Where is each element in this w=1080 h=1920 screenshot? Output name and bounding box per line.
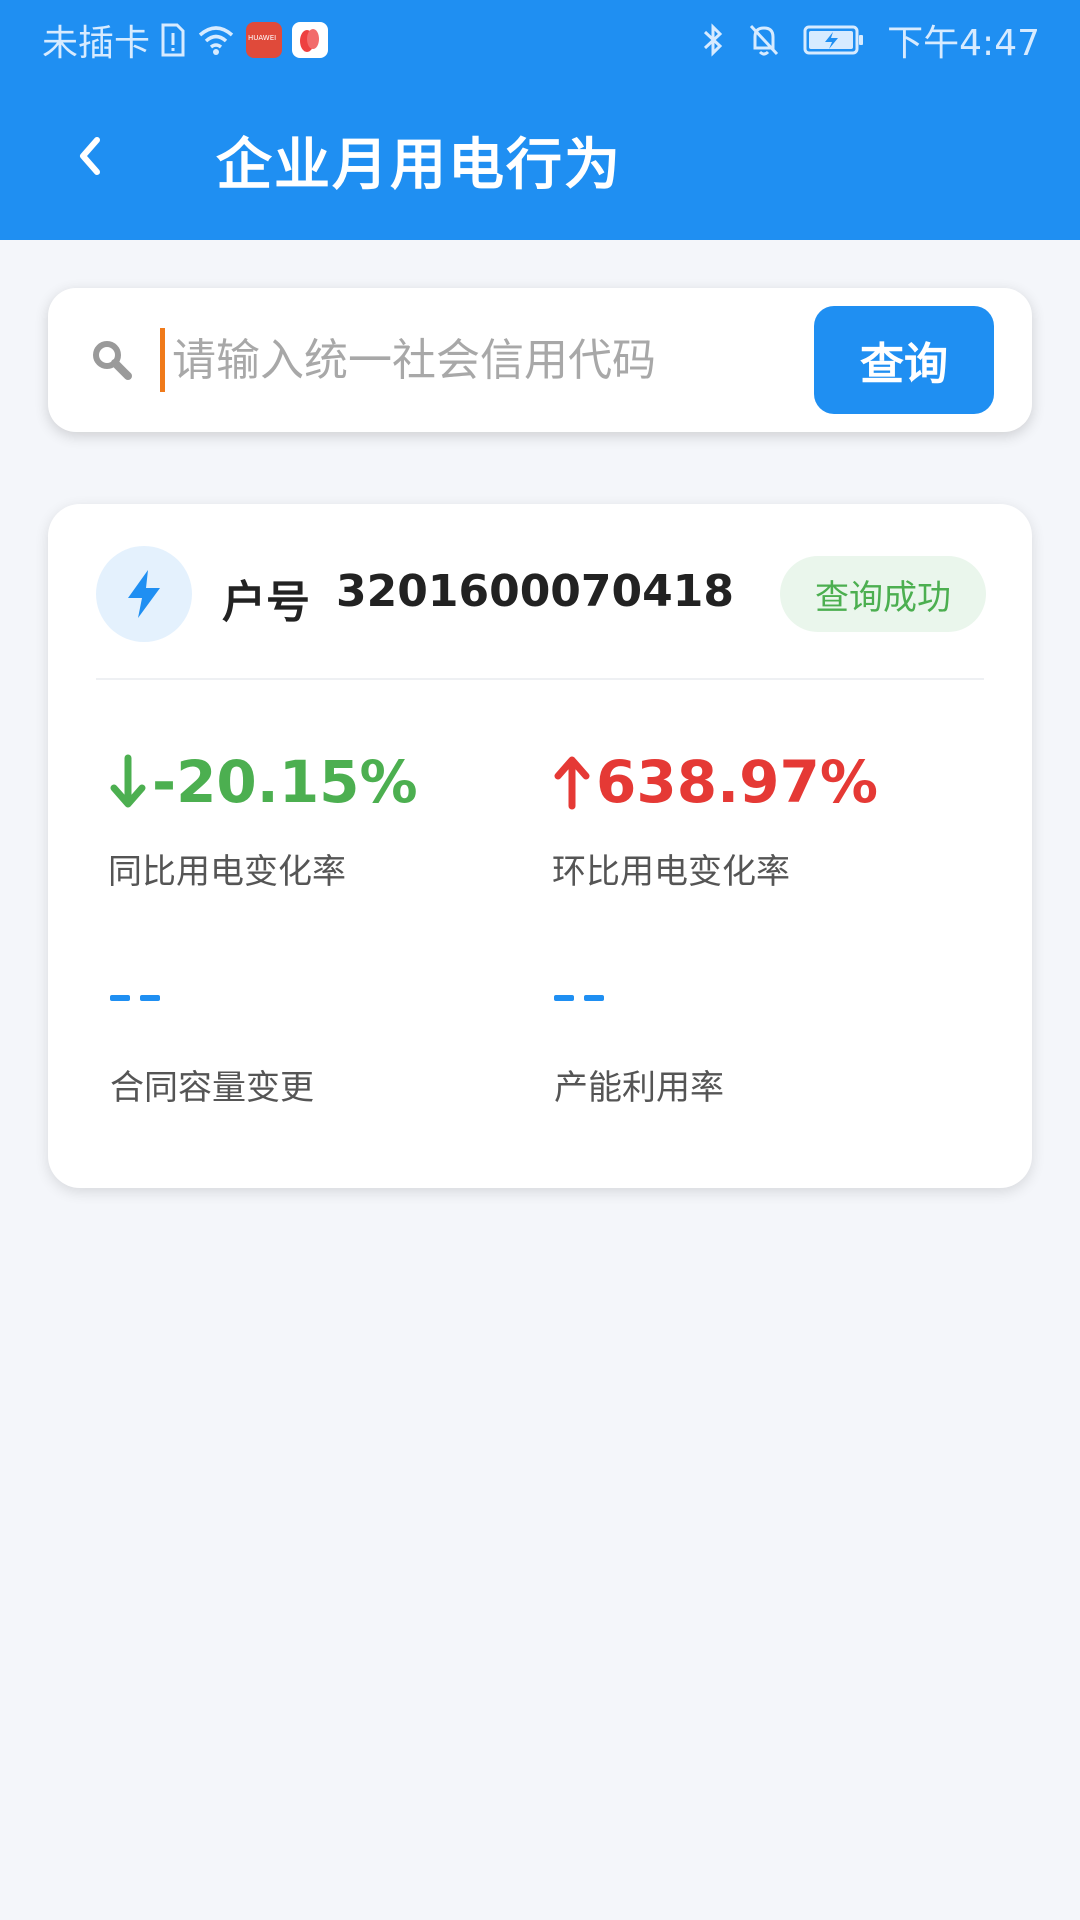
page-title: 企业月用电行为 [216,133,622,198]
battery-charging-icon [803,23,865,57]
lightning-bolt-icon [128,570,160,618]
account-number: 3201600070418 [336,566,734,617]
app-header-background: 未插卡 HUAWEI 下午4:47 企业月用电行为 [0,0,1080,240]
metric-mom-label: 环比用电变化率 [552,852,790,892]
wifi-icon [196,23,236,57]
status-bar: 未插卡 HUAWEI 下午4:47 [0,0,1080,76]
metric-contract-capacity: -- 合同容量变更 [110,958,314,1109]
metric-mom: 638.97% 环比用电变化率 [552,742,878,893]
huawei-app-badge-text: HUAWEI [248,34,277,42]
metric-yoy-value-row: -20.15% [108,742,418,822]
arrow-up-icon [552,754,592,810]
search-bar: 查询 [48,288,1032,432]
huawei-app-icon: HUAWEI [246,22,283,58]
sim-alert-icon [160,23,186,57]
bell-off-icon [747,22,781,58]
placeholder-dash [140,995,160,1001]
account-label: 户号 [222,577,310,628]
placeholder-dash [110,995,130,1001]
back-button[interactable] [60,126,120,186]
account-avatar [96,546,192,642]
status-bar-left: 未插卡 HUAWEI [42,14,329,66]
metric-mom-value-row: 638.97% [552,742,878,822]
clock-text: 下午4:47 [887,23,1040,64]
metric-contract-capacity-value: -- [110,958,314,1038]
metric-capacity-utilization-label: 产能利用率 [554,1068,724,1108]
metric-capacity-utilization-value: -- [554,958,724,1038]
arrow-down-icon [108,754,148,810]
metric-yoy: -20.15% 同比用电变化率 [108,742,418,893]
status-bar-right: 下午4:47 [701,14,1040,66]
placeholder-dash [584,995,604,1001]
text-cursor [160,328,165,392]
metric-yoy-value: -20.15% [152,748,418,816]
chevron-left-icon [80,137,100,175]
status-badge: 查询成功 [780,556,986,632]
metric-mom-value: 638.97% [596,748,878,816]
divider [96,678,984,680]
bluetooth-icon [701,22,725,58]
query-button[interactable]: 查询 [814,306,994,414]
metric-contract-capacity-label: 合同容量变更 [110,1068,314,1108]
metric-capacity-utilization: -- 产能利用率 [554,958,724,1109]
magnifier-icon [93,341,132,380]
credit-code-search-input[interactable] [172,324,812,396]
placeholder-dash [554,995,574,1001]
metric-yoy-label: 同比用电变化率 [108,852,346,892]
red-app-icon [292,22,329,58]
navigation-bar: 企业月用电行为 [0,96,1080,216]
result-card: 户号 3201600070418 查询成功 -20.15% 同比用电变化率 63… [48,504,1032,1188]
carrier-text: 未插卡 [42,23,151,64]
